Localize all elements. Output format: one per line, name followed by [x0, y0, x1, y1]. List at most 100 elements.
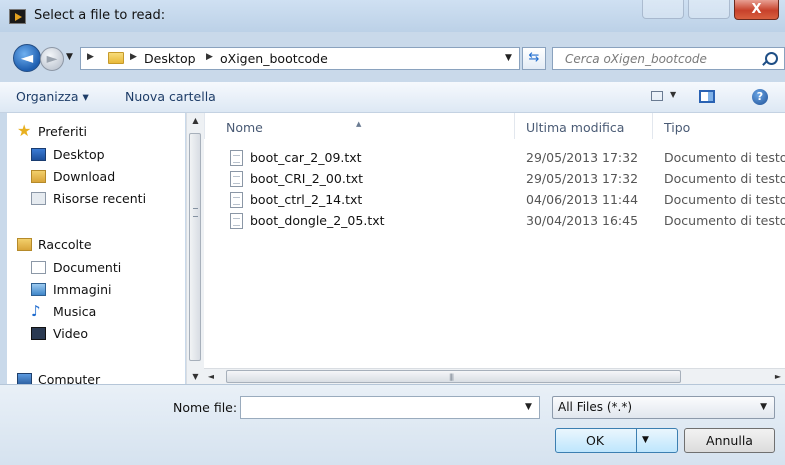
file-modified: 30/04/2013 16:45	[526, 213, 639, 228]
recent-places-icon	[31, 192, 46, 205]
back-button[interactable]: ◄	[13, 44, 41, 72]
file-name: boot_car_2_09.txt	[250, 150, 362, 165]
grip-icon: |||	[449, 373, 454, 381]
pictures-icon	[31, 283, 46, 296]
navigation-bar: ◄ ► ▼ ▶ ▶ Desktop ▶ oXigen_bootcode ▼ ⇆	[0, 36, 785, 82]
sidebar-item-documenti[interactable]: Documenti	[7, 257, 185, 279]
forward-button[interactable]: ►	[40, 47, 64, 71]
breadcrumb-separator-icon[interactable]: ▶	[206, 52, 213, 62]
file-name: boot_dongle_2_05.txt	[250, 213, 385, 228]
new-folder-button[interactable]: Nuova cartella	[125, 89, 216, 104]
filetype-value: All Files (*.*)	[558, 400, 633, 414]
file-list-scrollbar[interactable]: ◄ ||| ►	[204, 368, 785, 385]
filename-dropdown-icon[interactable]: ▼	[525, 402, 532, 412]
change-view-icon[interactable]	[651, 91, 663, 101]
sidebar-item-label: Preferiti	[38, 124, 87, 139]
column-divider[interactable]	[652, 113, 653, 139]
column-header-name[interactable]: Nome ▲	[226, 120, 361, 135]
title-bar: Select a file to read: X	[0, 0, 785, 32]
search-input[interactable]	[553, 48, 765, 69]
breadcrumb-separator-icon: ▶	[87, 52, 94, 62]
file-type: Documento di testo	[664, 213, 785, 228]
sidebar-item-label: Computer	[38, 372, 101, 384]
sidebar-item-desktop[interactable]: Desktop	[7, 144, 185, 166]
help-icon[interactable]: ?	[752, 89, 768, 105]
app-icon	[9, 9, 26, 24]
scroll-up-icon[interactable]: ▲	[187, 113, 204, 128]
sidebar-item-label: Immagini	[53, 282, 112, 297]
file-type: Documento di testo	[664, 192, 785, 207]
breadcrumb-separator-icon[interactable]: ▶	[130, 52, 137, 62]
libraries-icon	[17, 238, 32, 251]
sidebar-item-label: Raccolte	[38, 237, 92, 252]
scrollbar-thumb[interactable]: |||	[226, 370, 681, 383]
sidebar-item-label: Risorse recenti	[53, 191, 147, 206]
minimize-button[interactable]	[642, 0, 684, 19]
sidebar-item-video[interactable]: Video	[7, 323, 185, 345]
column-divider	[204, 113, 205, 139]
file-type: Documento di testo	[664, 150, 785, 165]
file-name: boot_CRI_2_00.txt	[250, 171, 364, 186]
sidebar-item-label: Video	[53, 326, 89, 341]
sidebar-item-risorse-recenti[interactable]: Risorse recenti	[7, 188, 185, 210]
ok-label: OK	[586, 433, 605, 448]
scrollbar-thumb[interactable]	[189, 133, 201, 361]
sidebar-item-preferiti[interactable]: ★ Preferiti	[7, 121, 185, 143]
breadcrumb-desktop[interactable]: Desktop	[144, 51, 196, 66]
chevron-down-icon: ▼	[760, 402, 767, 412]
sidebar-item-computer[interactable]: Computer	[7, 369, 185, 384]
file-type: Documento di testo	[664, 171, 785, 186]
address-dropdown-icon[interactable]: ▼	[505, 53, 512, 63]
split-divider	[636, 429, 637, 452]
column-header-type[interactable]: Tipo	[664, 120, 690, 135]
sidebar-item-label: Musica	[53, 304, 97, 319]
breadcrumb-current-folder[interactable]: oXigen_bootcode	[220, 51, 328, 66]
folder-icon	[108, 52, 124, 64]
search-icon[interactable]	[765, 52, 778, 65]
filename-input[interactable]	[240, 396, 540, 419]
preview-pane-icon[interactable]	[699, 90, 715, 103]
sidebar-item-label: Download	[53, 169, 116, 184]
filename-label: Nome file:	[173, 400, 238, 415]
filetype-select[interactable]: All Files (*.*) ▼	[552, 396, 775, 419]
scroll-left-icon[interactable]: ◄	[204, 369, 218, 385]
view-dropdown-icon[interactable]: ▼	[670, 90, 676, 99]
column-divider[interactable]	[514, 113, 515, 139]
file-modified: 29/05/2013 17:32	[526, 150, 639, 165]
file-modified: 29/05/2013 17:32	[526, 171, 639, 186]
music-icon: ♪	[31, 302, 41, 320]
sidebar-item-download[interactable]: Download	[7, 166, 185, 188]
cancel-button[interactable]: Annulla	[684, 428, 775, 453]
grip-icon	[193, 208, 198, 217]
desktop-icon	[31, 148, 46, 161]
search-box[interactable]	[552, 47, 785, 70]
file-row[interactable]: boot_ctrl_2_14.txt 04/06/2013 11:44 Docu…	[204, 190, 785, 211]
maximize-button[interactable]	[688, 0, 730, 19]
history-dropdown-icon[interactable]: ▼	[66, 52, 73, 62]
sidebar-item-musica[interactable]: ♪ Musica	[7, 301, 185, 323]
scroll-down-icon[interactable]: ▼	[187, 369, 204, 384]
close-button[interactable]: X	[734, 0, 779, 20]
file-row[interactable]: boot_dongle_2_05.txt 30/04/2013 16:45 Do…	[204, 211, 785, 232]
address-bar[interactable]: ▶ ▶ Desktop ▶ oXigen_bootcode ▼	[80, 47, 520, 70]
sidebar-item-raccolte[interactable]: Raccolte	[7, 234, 185, 256]
sidebar-scrollbar[interactable]: ▲ ▼	[186, 113, 204, 384]
scroll-right-icon[interactable]: ►	[771, 369, 785, 385]
navigation-pane: ★ Preferiti Desktop Download Risorse rec…	[7, 113, 185, 384]
text-file-icon	[230, 150, 243, 166]
download-icon	[31, 170, 46, 183]
file-modified: 04/06/2013 11:44	[526, 192, 639, 207]
window-title: Select a file to read:	[34, 8, 166, 23]
file-open-dialog: Select a file to read: X ◄ ► ▼ ▶ ▶ Deskt…	[0, 0, 785, 465]
ok-dropdown-icon[interactable]: ▼	[642, 435, 649, 445]
sidebar-item-immagini[interactable]: Immagini	[7, 279, 185, 301]
ok-button[interactable]: OK ▼	[555, 428, 678, 453]
file-row[interactable]: boot_CRI_2_00.txt 29/05/2013 17:32 Docum…	[204, 169, 785, 190]
text-file-icon	[230, 171, 243, 187]
sidebar-item-label: Desktop	[53, 147, 105, 162]
file-row[interactable]: boot_car_2_09.txt 29/05/2013 17:32 Docum…	[204, 148, 785, 169]
refresh-button[interactable]: ⇆	[522, 47, 546, 70]
organize-menu-button[interactable]: Organizza ▾	[16, 89, 89, 104]
computer-icon	[17, 373, 32, 384]
column-header-modified[interactable]: Ultima modifica	[526, 120, 624, 135]
